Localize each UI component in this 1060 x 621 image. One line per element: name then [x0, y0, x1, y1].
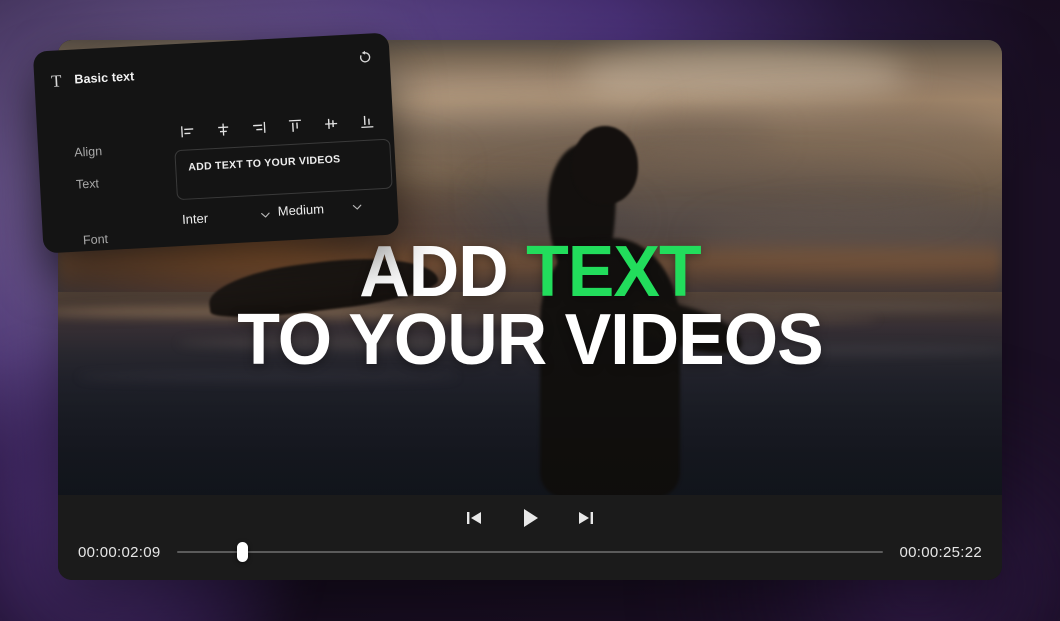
font-weight-value: Medium: [277, 201, 325, 219]
align-top-icon[interactable]: [285, 115, 306, 136]
current-timecode: 00:00:02:09: [78, 543, 161, 561]
align-middle-icon[interactable]: [321, 113, 342, 134]
reset-icon[interactable]: [353, 45, 376, 68]
text-input[interactable]: ADD TEXT TO YOUR VIDEOS: [174, 138, 393, 201]
text-row-label: Text: [75, 176, 100, 192]
align-right-icon[interactable]: [249, 117, 270, 138]
align-buttons-group: [177, 111, 378, 142]
total-timecode: 00:00:25:22: [899, 543, 982, 561]
align-left-icon[interactable]: [177, 121, 198, 142]
panel-header: T Basic text: [48, 68, 135, 91]
scrubber-track[interactable]: [176, 551, 884, 553]
chevron-down-icon: [350, 200, 364, 214]
basic-text-panel: T Basic text Align Text Font Font size: [32, 32, 400, 254]
align-row-label: Align: [73, 144, 103, 160]
skip-previous-button[interactable]: [457, 501, 491, 535]
font-row-label: Font: [82, 231, 109, 248]
panel-title: Basic text: [73, 69, 135, 87]
font-family-value: Inter: [181, 210, 209, 227]
text-input-value: ADD TEXT TO YOUR VIDEOS: [187, 153, 341, 174]
font-family-select[interactable]: Inter: [182, 207, 273, 227]
app-root: ADD TEXT TO YOUR VIDEOS 00:00:02:09 00:0…: [0, 0, 1060, 621]
play-button[interactable]: [513, 501, 547, 535]
scrubber[interactable]: [176, 542, 884, 562]
chevron-down-icon: [259, 208, 273, 222]
align-center-icon[interactable]: [213, 119, 234, 140]
text-T-icon: T: [50, 70, 63, 91]
skip-next-button[interactable]: [569, 501, 603, 535]
font-weight-select[interactable]: Medium: [277, 199, 364, 219]
timeline-bar: 00:00:02:09 00:00:25:22: [58, 542, 1002, 562]
playhead-handle[interactable]: [236, 542, 248, 562]
align-bottom-icon[interactable]: [357, 111, 378, 132]
transport-controls: [58, 501, 1002, 535]
playback-controls-bar: 00:00:02:09 00:00:25:22: [58, 495, 1002, 580]
